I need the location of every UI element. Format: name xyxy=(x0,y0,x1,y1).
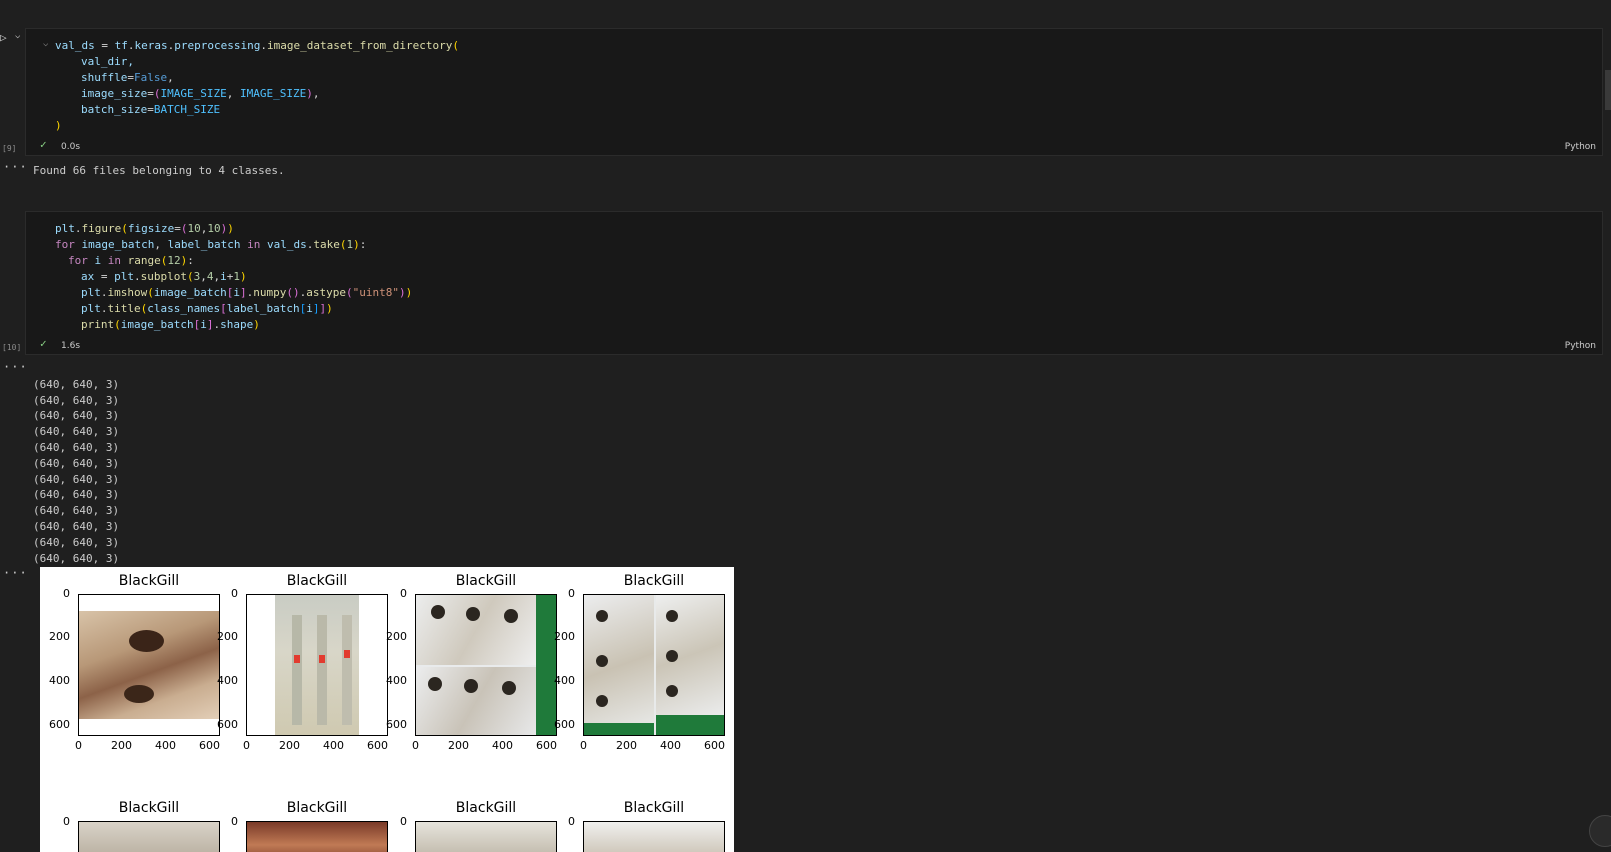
subplot-title: BlackGill xyxy=(623,573,685,589)
output-line: (640, 640, 3) xyxy=(33,440,120,454)
x-tick-label: 600 xyxy=(704,739,725,752)
code-line: val_dir, xyxy=(81,55,134,68)
execution-count: [9] xyxy=(2,144,17,153)
matplotlib-figure: BlackGill BlackGill BlackGill BlackGill xyxy=(40,567,734,852)
x-tick-label: 600 xyxy=(199,739,220,752)
output-line: (640, 640, 3) xyxy=(33,535,120,549)
y-tick-label: 600 xyxy=(554,718,575,731)
code-line: image_size=(IMAGE_SIZE, IMAGE_SIZE), xyxy=(81,87,320,100)
code-line: plt.figure(figsize=(10,10)) xyxy=(55,222,234,235)
y-tick-label: 400 xyxy=(386,674,407,687)
subplot-image xyxy=(583,594,725,736)
output-menu-icon[interactable]: ··· xyxy=(3,566,28,580)
subplot-title: BlackGill xyxy=(118,573,180,589)
x-tick-label: 0 xyxy=(412,739,419,752)
code-line: batch_size=BATCH_SIZE xyxy=(81,103,221,116)
x-tick-label: 200 xyxy=(448,739,469,752)
success-check-icon: ✓ xyxy=(40,138,47,151)
subplot-image xyxy=(78,594,220,736)
y-tick-label: 0 xyxy=(231,587,238,600)
subplot-image xyxy=(246,594,388,736)
x-tick-label: 0 xyxy=(580,739,587,752)
code-cell-2[interactable]: plt.figure(figsize=(10,10)) for image_ba… xyxy=(25,211,1603,355)
y-tick-label: 600 xyxy=(386,718,407,731)
cell-language-picker[interactable]: Python xyxy=(1565,142,1596,152)
x-tick-label: 0 xyxy=(75,739,82,752)
output-line: (640, 640, 3) xyxy=(33,409,120,423)
y-tick-label: 0 xyxy=(63,815,70,828)
subplot-title: BlackGill xyxy=(118,800,180,816)
x-tick-label: 0 xyxy=(243,739,250,752)
code-line: for i in range(12): xyxy=(68,254,194,267)
floating-action-button[interactable] xyxy=(1589,815,1611,847)
x-tick-label: 200 xyxy=(279,739,300,752)
output-line: (640, 640, 3) xyxy=(33,504,120,518)
code-line: plt.imshow(image_batch[i].numpy().astype… xyxy=(81,286,413,299)
code-line: plt.title(class_names[label_batch[i]]) xyxy=(81,302,333,315)
output-line: (640, 640, 3) xyxy=(33,425,120,439)
output-line: (640, 640, 3) xyxy=(33,551,120,565)
subplot-image xyxy=(415,594,557,736)
y-tick-label: 0 xyxy=(568,587,575,600)
output-line: (640, 640, 3) xyxy=(33,488,120,502)
code-line: ax = plt.subplot(3,4,i+1) xyxy=(81,270,247,283)
y-tick-label: 400 xyxy=(49,674,70,687)
x-tick-label: 600 xyxy=(536,739,557,752)
subplot-image xyxy=(583,821,725,852)
y-tick-label: 600 xyxy=(217,718,238,731)
subplot-title: BlackGill xyxy=(455,800,517,816)
y-tick-label: 0 xyxy=(400,587,407,600)
code-line: print(image_batch[i].shape) xyxy=(81,318,260,331)
output-line: (640, 640, 3) xyxy=(33,519,120,533)
y-tick-label: 200 xyxy=(217,630,238,643)
x-tick-label: 400 xyxy=(323,739,344,752)
subplot-title: BlackGill xyxy=(286,573,348,589)
run-cell-button[interactable]: ▷ xyxy=(0,31,7,44)
y-tick-label: 400 xyxy=(554,674,575,687)
output-line: (640, 640, 3) xyxy=(33,393,120,407)
y-tick-label: 0 xyxy=(231,815,238,828)
x-tick-label: 400 xyxy=(155,739,176,752)
code-cell-1[interactable]: ⌵ val_ds = tf.keras.preprocessing.image_… xyxy=(25,28,1603,156)
output-menu-icon[interactable]: ··· xyxy=(3,360,28,374)
code-line: for image_batch, label_batch in val_ds.t… xyxy=(55,238,367,251)
cell-language-picker[interactable]: Python xyxy=(1565,341,1596,351)
y-tick-label: 400 xyxy=(217,674,238,687)
success-check-icon: ✓ xyxy=(40,337,47,350)
x-tick-label: 400 xyxy=(660,739,681,752)
x-tick-label: 600 xyxy=(367,739,388,752)
execution-count: [10] xyxy=(2,343,22,352)
code-line: ) xyxy=(55,119,62,132)
x-tick-label: 400 xyxy=(492,739,513,752)
subplot-title: BlackGill xyxy=(286,800,348,816)
subplot-title: BlackGill xyxy=(623,800,685,816)
fold-chevron-icon[interactable]: ⌵ xyxy=(43,39,48,49)
x-tick-label: 200 xyxy=(616,739,637,752)
output-menu-icon[interactable]: ··· xyxy=(3,160,28,174)
cell-duration: 0.0s xyxy=(61,142,81,152)
cell-duration: 1.6s xyxy=(61,341,81,351)
scrollbar-thumb[interactable] xyxy=(1605,70,1611,110)
chevron-down-icon[interactable]: ⌵ xyxy=(15,31,20,41)
output-line: (640, 640, 3) xyxy=(33,456,120,470)
code-line: shuffle=False, xyxy=(81,71,174,84)
y-tick-label: 200 xyxy=(49,630,70,643)
y-tick-label: 200 xyxy=(386,630,407,643)
y-tick-label: 0 xyxy=(568,815,575,828)
y-tick-label: 600 xyxy=(49,718,70,731)
subplot-image xyxy=(78,821,220,852)
x-tick-label: 200 xyxy=(111,739,132,752)
subplot-image xyxy=(246,821,388,852)
y-tick-label: 200 xyxy=(554,630,575,643)
cell-output-text: Found 66 files belonging to 4 classes. xyxy=(33,164,285,177)
output-line: (640, 640, 3) xyxy=(33,377,120,391)
output-line: (640, 640, 3) xyxy=(33,472,120,486)
cell-output-text: (640, 640, 3) (640, 640, 3) (640, 640, 3)(… xyxy=(33,361,119,582)
subplot-title: BlackGill xyxy=(455,573,517,589)
y-tick-label: 0 xyxy=(63,587,70,600)
code-line: val_ds = tf.keras.preprocessing.image_da… xyxy=(55,39,460,52)
y-tick-label: 0 xyxy=(400,815,407,828)
subplot-image xyxy=(415,821,557,852)
